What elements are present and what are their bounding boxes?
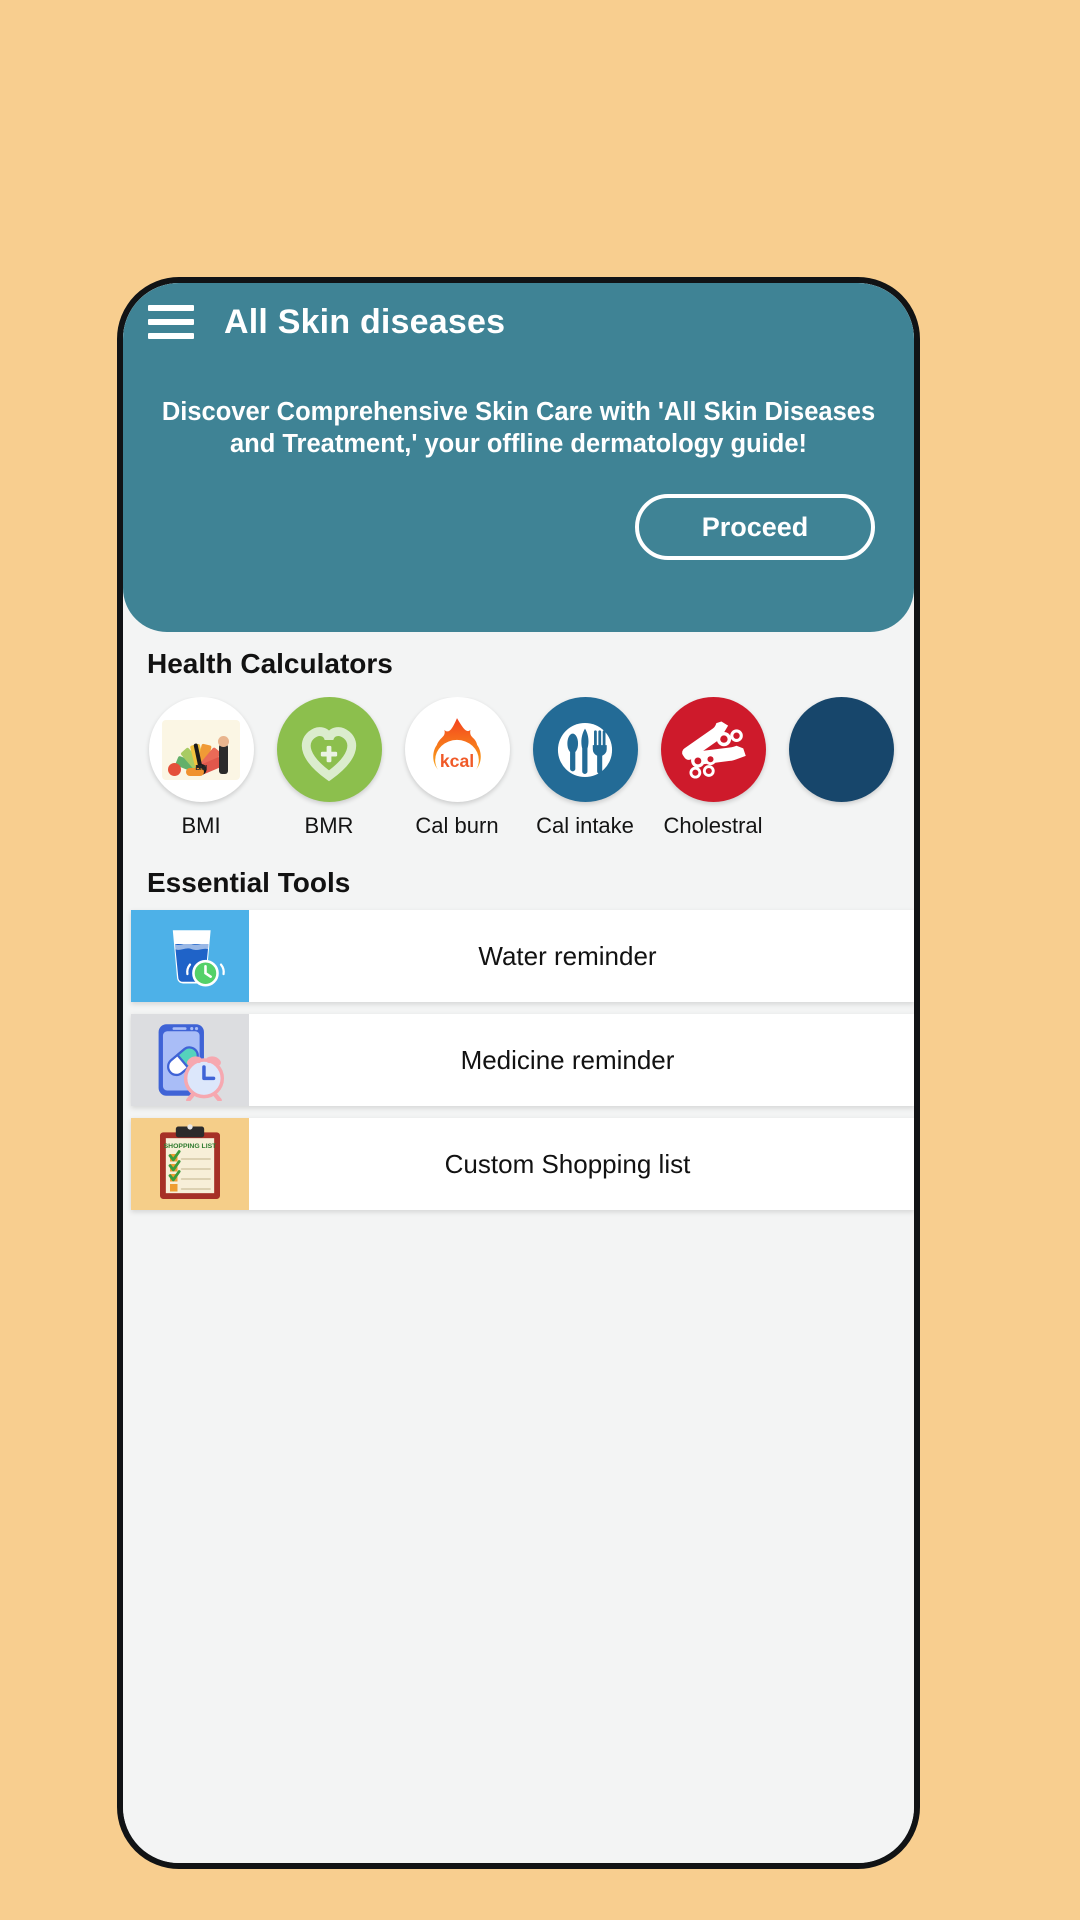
calculator-label: BMR [304, 813, 354, 838]
tool-row-custom-shopping-list[interactable]: SHOPPING LIST Custom Shopping list [131, 1118, 914, 1210]
tool-label: Medicine reminder [460, 1044, 675, 1075]
calculator-item-bmr[interactable]: BMR [265, 697, 393, 839]
kcal-flame-icon: kcal [404, 697, 510, 802]
header-description: Discover Comprehensive Skin Care with 'A… [161, 398, 876, 459]
svg-text:SHOPPING LIST: SHOPPING LIST [164, 1143, 218, 1150]
proceed-button-wrapper: Proceed [635, 494, 875, 560]
calculator-label: Cal burn [415, 813, 499, 838]
hamburger-bar [148, 333, 194, 339]
bmi-gauge-icon: BMI [148, 697, 254, 802]
proceed-button[interactable]: Proceed [635, 494, 875, 560]
calculator-label: Cholestral [663, 813, 763, 838]
svg-text:kcal: kcal [440, 750, 474, 770]
calculator-item-cal-intake[interactable]: Cal intake [521, 697, 649, 839]
shopping-list-clipboard-icon: SHOPPING LIST [131, 1118, 249, 1210]
page-title: All Skin diseases [224, 302, 506, 341]
hamburger-menu-icon[interactable] [148, 305, 194, 339]
tool-row-water-reminder[interactable]: Water reminder [131, 910, 914, 1002]
hamburger-bar [148, 305, 194, 311]
app-header: All Skin diseases Discover Comprehensive… [123, 283, 914, 632]
cutlery-plate-icon [532, 697, 638, 802]
tool-label: Water reminder [478, 940, 657, 971]
phone-screen: All Skin diseases Discover Comprehensive… [123, 283, 914, 1863]
health-calculators-heading: Health Calculators [147, 648, 393, 679]
calculator-item-bmi[interactable]: BMI BMI [137, 697, 265, 839]
tool-label: Custom Shopping list [444, 1148, 691, 1179]
essential-tools-heading: Essential Tools [147, 867, 351, 898]
calculator-item-next-partial[interactable] [777, 697, 905, 813]
health-calculators-strip[interactable]: BMI BMI BMR kcal Cal burn Cal intake Cho… [123, 697, 914, 857]
calculator-label: Cal intake [536, 813, 634, 838]
screenshot-stage: All Skin diseases Discover Comprehensive… [0, 0, 1080, 1920]
phone-frame: All Skin diseases Discover Comprehensive… [117, 277, 920, 1869]
partial-next-icon [788, 697, 894, 802]
tool-row-medicine-reminder[interactable]: Medicine reminder [131, 1014, 914, 1106]
heart-plus-icon [276, 697, 382, 802]
essential-tools-list: Water reminder Medicine reminder SHOPPIN… [123, 910, 914, 1222]
app-bar: All Skin diseases [123, 283, 914, 361]
calculator-item-cholestral[interactable]: Cholestral [649, 697, 777, 839]
calculator-label: BMI [181, 813, 221, 838]
bottles-icon [660, 697, 766, 802]
water-glass-clock-icon [131, 910, 249, 1002]
hamburger-bar [148, 319, 194, 325]
phone-pill-alarm-icon [131, 1014, 249, 1106]
calculator-item-cal-burn[interactable]: kcal Cal burn [393, 697, 521, 839]
